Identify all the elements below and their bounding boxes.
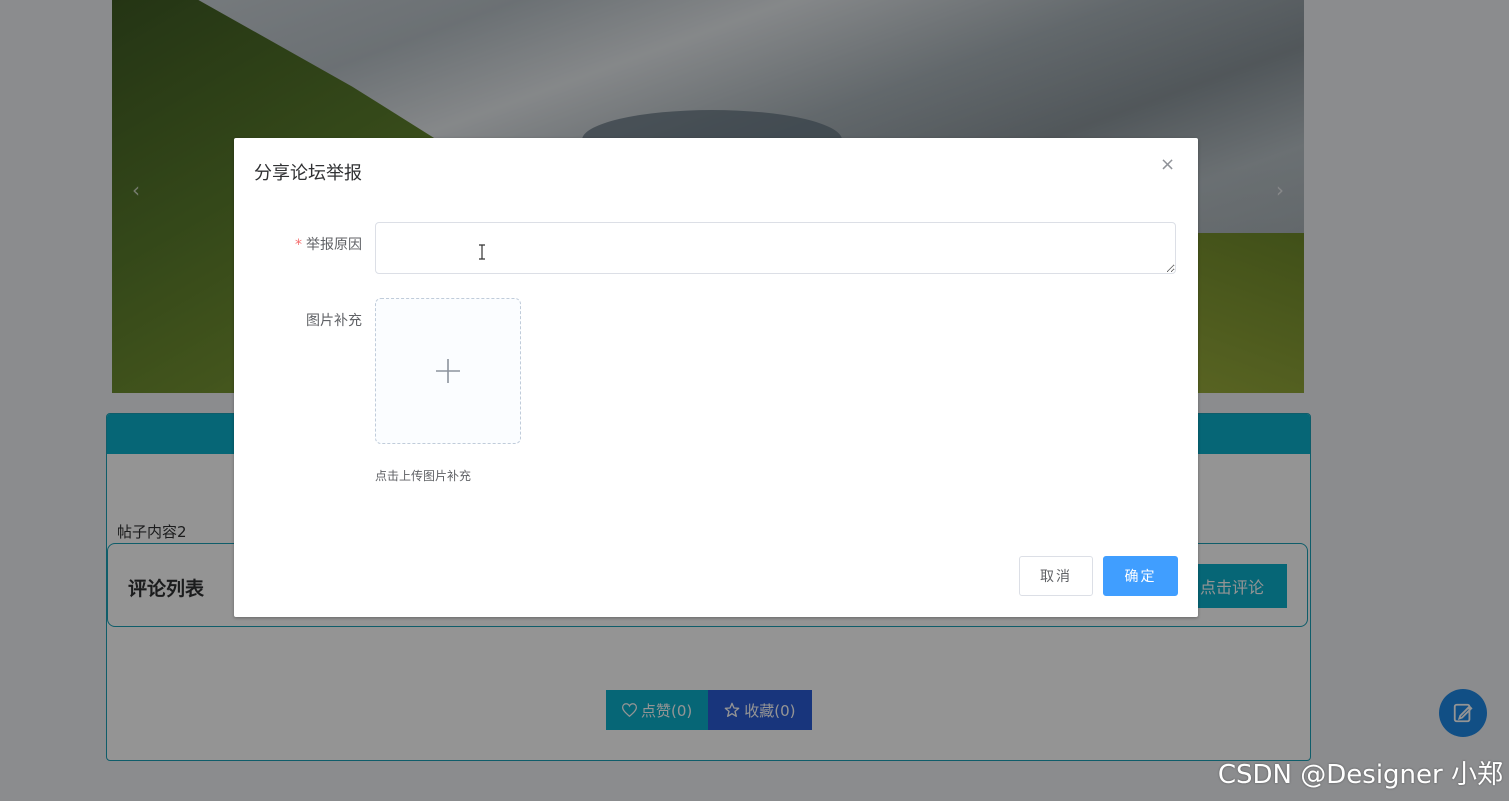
upload-tip: 点击上传图片补充	[375, 469, 472, 483]
cancel-button[interactable]: 取消	[1019, 556, 1093, 596]
required-mark: *	[295, 237, 302, 253]
confirm-button[interactable]: 确定	[1103, 556, 1178, 596]
close-icon[interactable]: ×	[1160, 156, 1175, 174]
image-upload-box[interactable]	[375, 298, 521, 444]
watermark: CSDN @Designer 小郑	[1217, 760, 1503, 790]
image-label: 图片补充	[306, 313, 362, 329]
reason-label: * 举报原因	[295, 237, 362, 253]
text-cursor-icon	[479, 244, 485, 260]
report-dialog: 分享论坛举报 × * 举报原因 图片补充 点击上传图片补充 取消 确定	[234, 138, 1198, 617]
report-reason-input[interactable]	[375, 222, 1176, 274]
plus-icon	[436, 359, 460, 383]
dialog-title: 分享论坛举报	[254, 163, 362, 184]
